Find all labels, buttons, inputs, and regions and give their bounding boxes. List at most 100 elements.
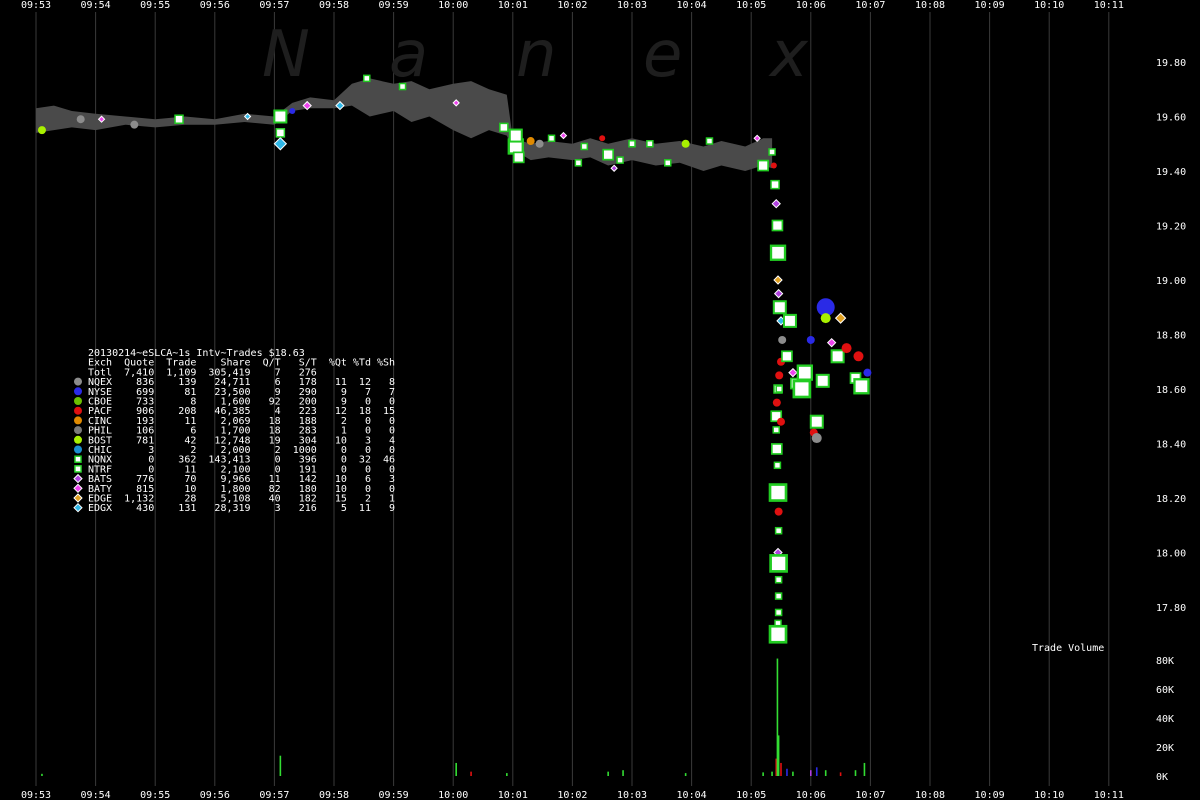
trade-marker xyxy=(773,288,784,299)
x-tick-label: 10:11 xyxy=(1094,0,1124,11)
x-tick-label: 10:10 xyxy=(1034,790,1064,800)
volume-bar xyxy=(455,762,457,776)
volume-bar xyxy=(622,770,624,776)
trade-marker xyxy=(774,526,783,535)
x-tick-label: 10:00 xyxy=(438,790,468,800)
y-tick-label: 18.00 xyxy=(1156,549,1186,560)
x-tick-label: 10:05 xyxy=(736,0,766,11)
x-tick-label: 09:56 xyxy=(200,0,230,11)
x-tick-label: 10:01 xyxy=(498,0,528,11)
trade-marker xyxy=(772,300,787,315)
trade-marker xyxy=(273,137,288,151)
quote-band xyxy=(36,78,773,171)
trade-marker xyxy=(853,378,870,395)
volume-bar xyxy=(810,770,812,776)
legend: 20130214~eSLCA~1s Intv~Trades $18.63Exch… xyxy=(73,348,395,514)
legend-marker-edge xyxy=(73,493,83,503)
x-tick-label: 09:56 xyxy=(200,790,230,800)
trade-marker xyxy=(772,426,780,434)
x-tick-label: 10:08 xyxy=(915,790,945,800)
trade-marker xyxy=(770,443,783,455)
trade-marker xyxy=(599,135,606,142)
trade-marker xyxy=(705,137,714,145)
volume-tick-label: 40K xyxy=(1156,714,1174,725)
trade-marker xyxy=(681,139,690,148)
trade-marker xyxy=(616,156,624,164)
volume-bar xyxy=(771,771,773,776)
trade-marker xyxy=(774,576,783,584)
trade-marker xyxy=(775,385,783,393)
volume-bar xyxy=(506,773,508,776)
trade-marker xyxy=(508,128,523,143)
trade-marker xyxy=(398,82,407,91)
x-tick-label: 09:57 xyxy=(259,790,289,800)
x-tick-label: 10:06 xyxy=(796,790,826,800)
x-tick-label: 09:54 xyxy=(81,790,111,800)
trade-marker xyxy=(770,162,777,169)
trade-marker xyxy=(580,142,589,151)
legend-marker-pacf xyxy=(74,406,82,415)
trade-marker xyxy=(834,312,847,324)
trade-marker xyxy=(628,140,636,148)
trade-marker xyxy=(778,335,787,344)
x-tick-label: 10:03 xyxy=(617,0,647,11)
x-tick-label: 09:59 xyxy=(379,0,409,11)
legend-marker-chic xyxy=(74,445,82,454)
trade-marker xyxy=(535,139,544,148)
trade-marker xyxy=(768,624,788,644)
volume-bar xyxy=(777,735,780,776)
volume-tick-label: 80K xyxy=(1156,656,1174,667)
legend-marker-nyse xyxy=(74,387,82,396)
x-tick-label: 09:53 xyxy=(21,790,51,800)
legend-marker-baty xyxy=(73,483,83,494)
y-axis-volume: 80K 60K 40K 20K 0K xyxy=(1156,656,1174,783)
trade-marker xyxy=(806,335,815,344)
y-tick-label: 19.40 xyxy=(1156,167,1186,178)
volume-tick-label: 60K xyxy=(1156,685,1174,696)
trade-marker xyxy=(273,109,288,124)
x-tick-label: 10:09 xyxy=(975,790,1005,800)
trade-marker xyxy=(853,351,864,362)
volume-bar xyxy=(824,770,827,776)
y-tick-label: 18.40 xyxy=(1156,440,1186,451)
legend-marker-nqnx xyxy=(74,455,82,463)
y-tick-label: 19.60 xyxy=(1156,113,1186,124)
watermark-letter: a xyxy=(389,18,428,92)
trade-marker xyxy=(37,126,46,135)
trade-marker xyxy=(130,120,139,129)
x-tick-label: 09:57 xyxy=(259,0,289,11)
volume-bar xyxy=(786,768,788,776)
x-tick-label: 09:58 xyxy=(319,790,349,800)
trade-marker xyxy=(174,114,184,124)
watermark: Na n e x xyxy=(262,18,809,92)
x-axis-top: 09:53 09:54 09:55 09:56 09:57 09:58 09:59 10:00… xyxy=(21,0,1124,11)
x-tick-label: 09:55 xyxy=(140,790,170,800)
watermark-letter: n xyxy=(516,18,557,92)
chart-stage: Nanex 09:53 09:54 09:55 09:56 09:57 09:58 09:5… xyxy=(0,0,1200,800)
trade-marker xyxy=(771,198,781,209)
legend-marker-cinc xyxy=(74,416,82,425)
x-tick-label: 09:59 xyxy=(379,790,409,800)
trade-marker xyxy=(826,337,837,348)
trade-marker xyxy=(499,122,509,133)
quote-band-area xyxy=(36,78,773,171)
x-tick-label: 10:10 xyxy=(1034,0,1064,11)
trade-marker xyxy=(646,140,654,148)
legend-marker-bost xyxy=(74,435,82,444)
x-tick-label: 10:07 xyxy=(855,790,885,800)
trade-marker xyxy=(809,414,824,429)
x-tick-label: 10:04 xyxy=(677,790,707,800)
trade-marker xyxy=(775,371,784,380)
volume-bar xyxy=(279,755,282,776)
trade-marker xyxy=(782,313,797,328)
volume-tick-label: 20K xyxy=(1156,743,1174,754)
legend-marker-edgx xyxy=(73,502,83,513)
volume-bar xyxy=(684,773,687,776)
x-axis-bottom: 09:53 09:54 09:55 09:56 09:57 09:58 09:59 10:00… xyxy=(21,790,1124,800)
volume-tick-label: 0K xyxy=(1156,772,1168,783)
x-tick-label: 10:11 xyxy=(1094,790,1124,800)
trade-marker xyxy=(774,592,783,600)
x-tick-label: 10:04 xyxy=(677,0,707,11)
trade-marker xyxy=(788,367,798,378)
trade-marker xyxy=(770,179,780,190)
